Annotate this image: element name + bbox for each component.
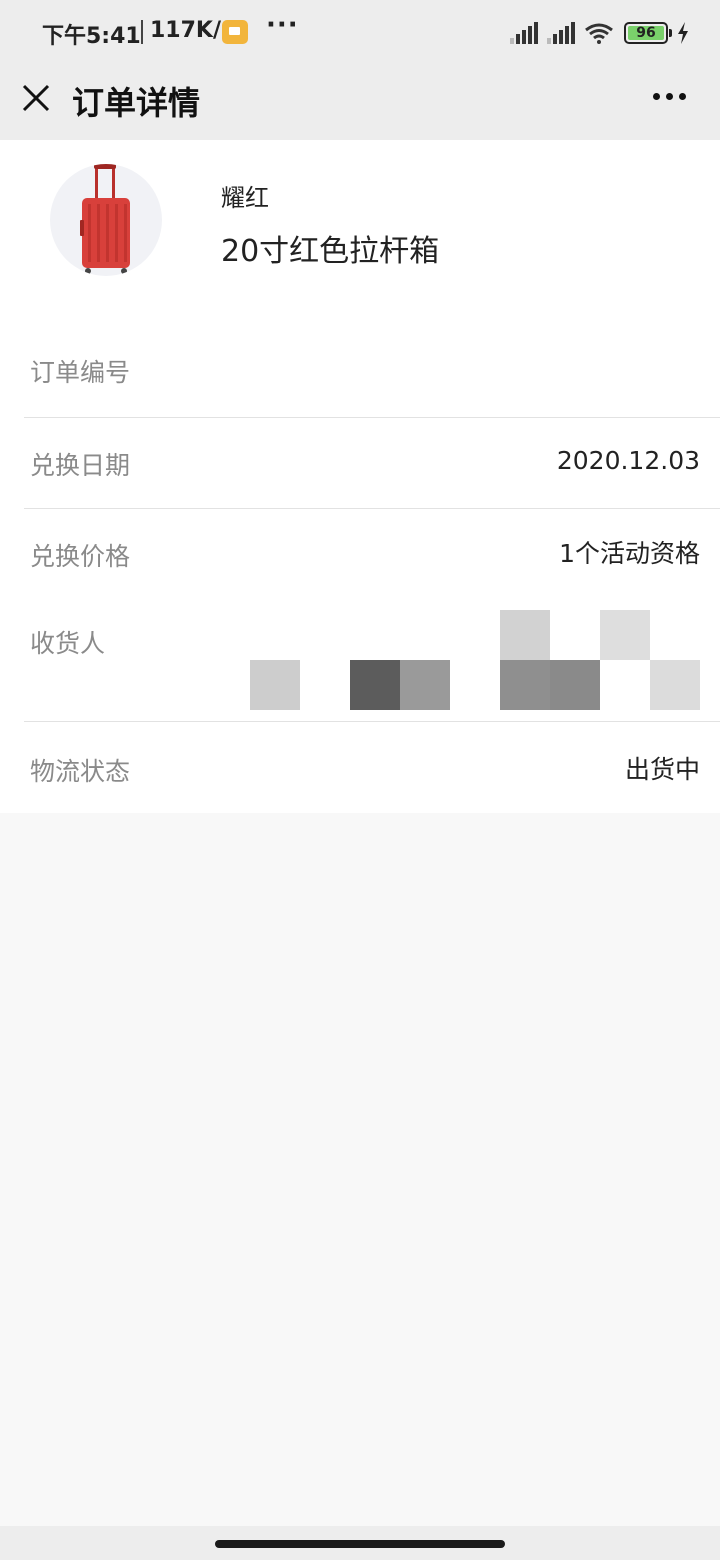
product-image (50, 164, 162, 276)
wifi-icon (585, 23, 613, 44)
order-number-row: 订单编号 (0, 325, 720, 418)
recipient-label: 收货人 (30, 629, 106, 658)
status-bar: 下午5:41 117K/s ··· 96 (0, 0, 720, 66)
mosaic-block (600, 610, 650, 660)
mosaic-block (500, 610, 550, 660)
status-separator (141, 20, 143, 44)
exchange-date-row: 兑换日期 2020.12.03 (0, 418, 720, 508)
mosaic-block (350, 660, 400, 710)
logistics-label: 物流状态 (30, 757, 131, 786)
exchange-date-value: 2020.12.03 (556, 446, 700, 475)
battery-cap (669, 29, 672, 37)
suitcase-icon (80, 164, 130, 274)
battery-icon: 96 (624, 22, 668, 44)
mosaic-block (400, 660, 450, 710)
mosaic-block (650, 660, 700, 710)
exchange-price-row: 兑换价格 1个活动资格 (0, 508, 720, 600)
order-details: 订单编号 兑换日期 2020.12.03 兑换价格 1个活动资格 收货人 物流状… (0, 325, 720, 813)
charging-icon (678, 22, 688, 44)
status-overflow-dots: ··· (266, 10, 299, 40)
exchange-date-label: 兑换日期 (30, 451, 131, 480)
product-card[interactable]: 耀红 20寸红色拉杆箱 (0, 140, 720, 325)
title-bar: 订单详情 (0, 66, 720, 140)
message-notification-icon (222, 20, 248, 44)
mosaic-block (550, 660, 600, 710)
more-options-icon[interactable] (646, 80, 694, 114)
exchange-price-value: 1个活动资格 (559, 539, 700, 568)
close-icon[interactable] (18, 80, 54, 116)
product-brand: 耀红 (221, 184, 269, 212)
product-name: 20寸红色拉杆箱 (221, 234, 440, 269)
cellular-signal-icon-2 (547, 22, 577, 44)
status-time: 下午5:41 (42, 24, 141, 49)
logistics-value: 出货中 (624, 755, 700, 784)
exchange-price-label: 兑换价格 (30, 542, 131, 571)
battery-level: 96 (636, 25, 656, 41)
mosaic-block (500, 660, 550, 710)
recipient-row: 收货人 (0, 600, 720, 720)
page-title: 订单详情 (72, 84, 201, 122)
order-number-label: 订单编号 (30, 358, 131, 387)
home-indicator[interactable] (215, 1540, 505, 1548)
logistics-row: 物流状态 出货中 (0, 722, 720, 813)
cellular-signal-icon (510, 22, 540, 44)
mosaic-block (250, 660, 300, 710)
navigation-area (0, 1526, 720, 1560)
